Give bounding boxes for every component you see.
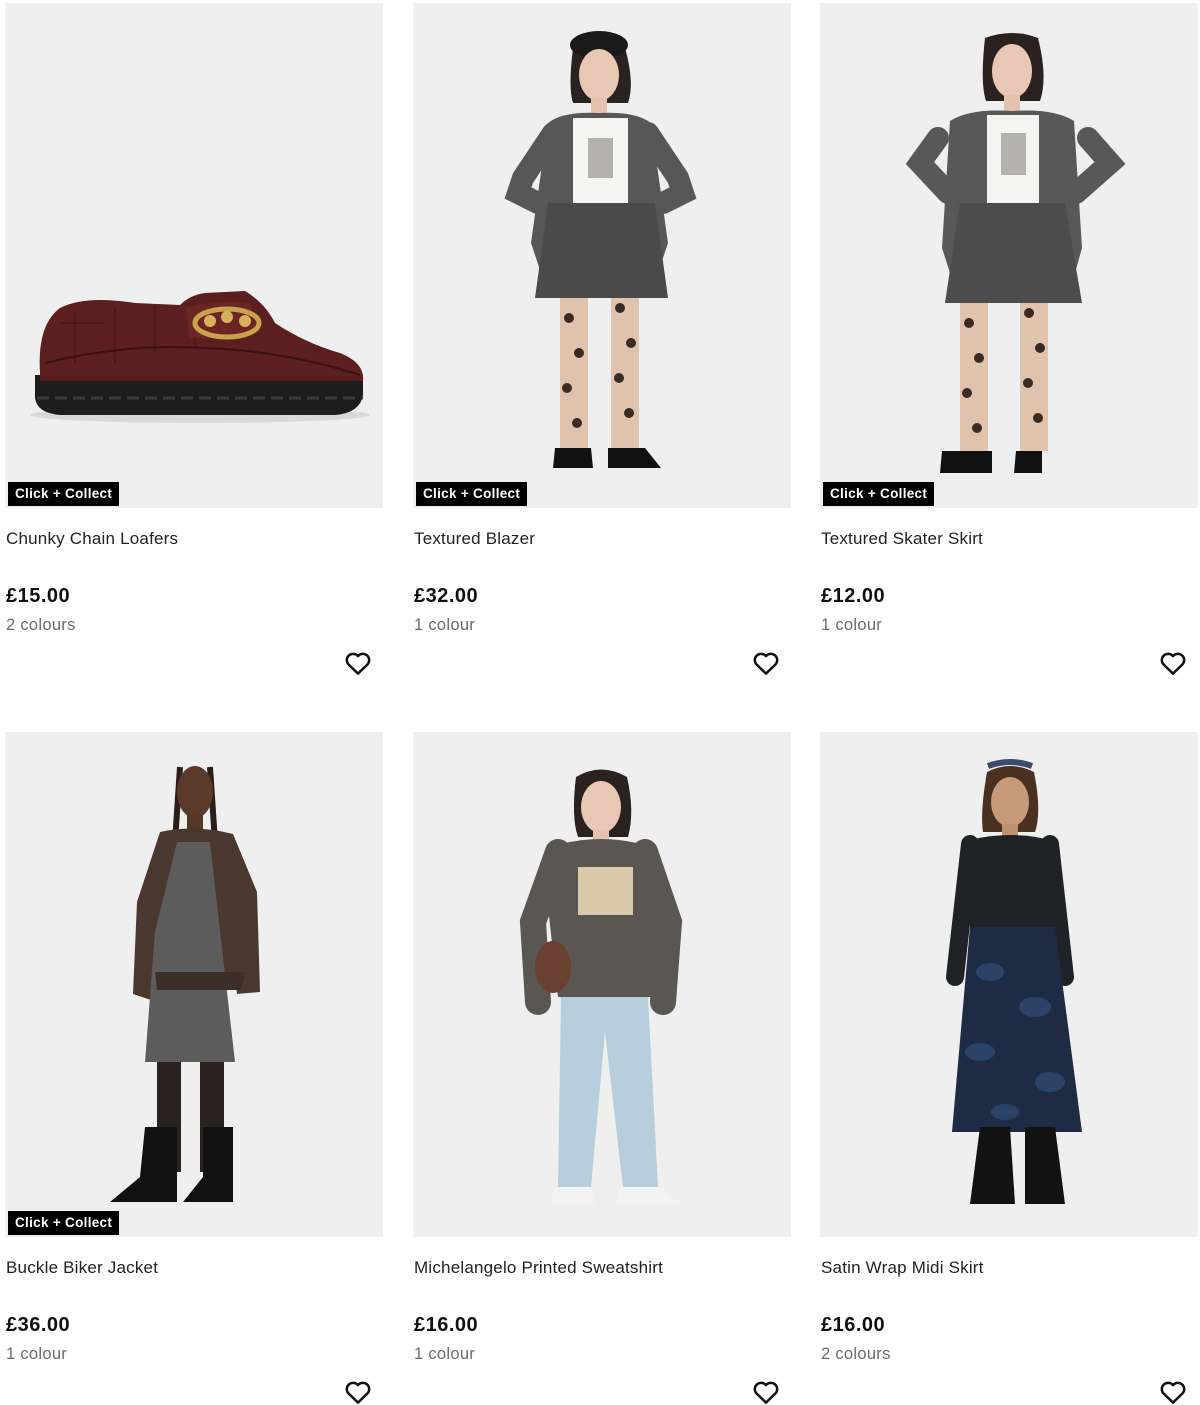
heart-outline-icon	[345, 652, 371, 675]
product-title[interactable]: Michelangelo Printed Sweatshirt	[414, 1258, 663, 1278]
product-price: £16.00	[414, 1314, 479, 1336]
product-title[interactable]: Buckle Biker Jacket	[6, 1258, 158, 1278]
click-collect-badge: Click + Collect	[8, 482, 120, 506]
model-satin-skirt-image	[820, 732, 1198, 1237]
click-collect-badge: Click + Collect	[8, 1211, 120, 1235]
wishlist-button[interactable]	[343, 1377, 373, 1405]
colour-count[interactable]: 1 colour	[414, 616, 475, 635]
model-sweatshirt-image	[413, 732, 791, 1237]
product-price: £32.00	[414, 585, 479, 607]
heart-outline-icon	[1160, 652, 1186, 675]
product-image[interactable]	[413, 732, 791, 1237]
product-title[interactable]: Chunky Chain Loafers	[6, 529, 178, 549]
product-card[interactable]: Satin Wrap Midi Skirt £16.00 2 colours	[820, 732, 1198, 1405]
heart-outline-icon	[345, 1381, 371, 1404]
colour-count[interactable]: 2 colours	[821, 1345, 891, 1364]
product-price: £16.00	[821, 1314, 886, 1336]
product-price: £12.00	[821, 585, 886, 607]
product-price: £36.00	[6, 1314, 71, 1336]
wishlist-button[interactable]	[1158, 1377, 1188, 1405]
product-card[interactable]: Michelangelo Printed Sweatshirt £16.00 1…	[413, 732, 791, 1405]
product-card[interactable]: Click + Collect Textured Skater Skirt £1…	[820, 3, 1198, 703]
product-title[interactable]: Textured Blazer	[414, 529, 535, 549]
product-card[interactable]: Click + Collect Chunky Chain Loafers £15…	[5, 3, 383, 703]
heart-outline-icon	[1160, 1381, 1186, 1404]
model-biker-jacket-image	[5, 732, 383, 1237]
product-image[interactable]	[5, 732, 383, 1237]
product-price: £15.00	[6, 585, 71, 607]
colour-count[interactable]: 1 colour	[821, 616, 882, 635]
product-image[interactable]	[820, 732, 1198, 1237]
colour-count[interactable]: 1 colour	[414, 1345, 475, 1364]
heart-outline-icon	[753, 1381, 779, 1404]
click-collect-badge: Click + Collect	[416, 482, 528, 506]
product-image[interactable]	[5, 3, 383, 508]
product-card[interactable]: Click + Collect Textured Blazer £32.00 1…	[413, 3, 791, 703]
product-image[interactable]	[820, 3, 1198, 508]
colour-count[interactable]: 2 colours	[6, 616, 76, 635]
model-blazer-image	[413, 3, 791, 508]
wishlist-button[interactable]	[343, 648, 373, 678]
heart-outline-icon	[753, 652, 779, 675]
model-skater-skirt-image	[820, 3, 1198, 508]
loafer-image	[5, 3, 383, 508]
wishlist-button[interactable]	[1158, 648, 1188, 678]
wishlist-button[interactable]	[751, 648, 781, 678]
colour-count[interactable]: 1 colour	[6, 1345, 67, 1364]
product-image[interactable]	[413, 3, 791, 508]
click-collect-badge: Click + Collect	[823, 482, 935, 506]
product-title[interactable]: Textured Skater Skirt	[821, 529, 983, 549]
product-grid: Click + Collect Chunky Chain Loafers £15…	[0, 0, 1200, 1405]
wishlist-button[interactable]	[751, 1377, 781, 1405]
product-title[interactable]: Satin Wrap Midi Skirt	[821, 1258, 984, 1278]
product-card[interactable]: Click + Collect Buckle Biker Jacket £36.…	[5, 732, 383, 1405]
